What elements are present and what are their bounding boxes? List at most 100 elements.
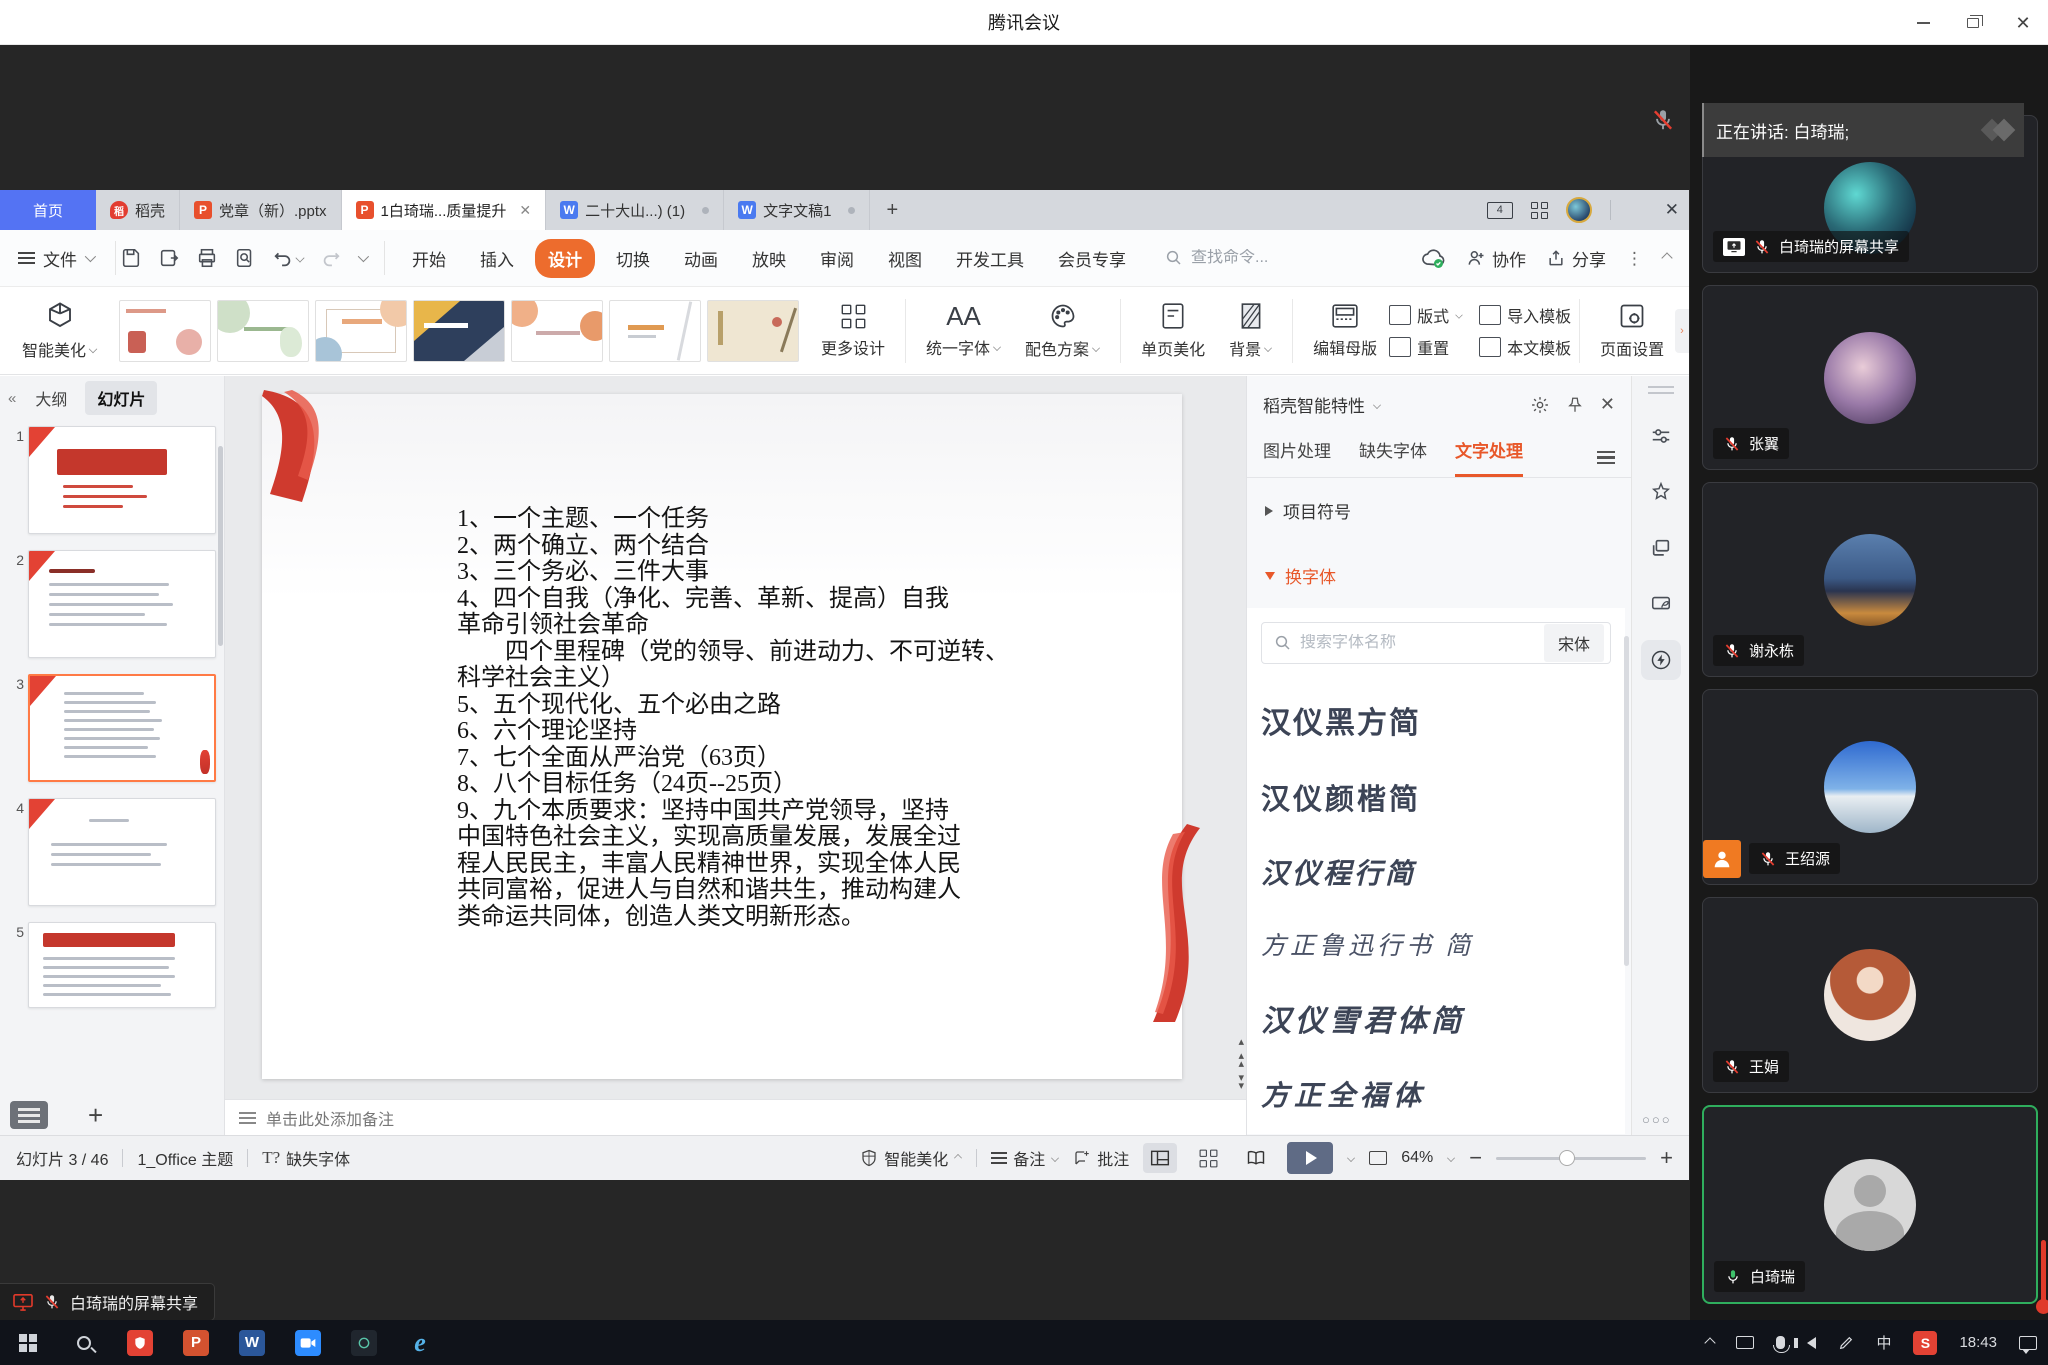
- taskbar-search-icon[interactable]: [56, 1320, 112, 1365]
- font-option[interactable]: 汉仪黑方简: [1261, 698, 1611, 742]
- slide-sorter-view-button[interactable]: [1191, 1143, 1225, 1173]
- start-button[interactable]: [0, 1320, 56, 1365]
- rail-more-dots[interactable]: ○○○: [1642, 1112, 1672, 1127]
- slideshow-play-button[interactable]: [1287, 1142, 1333, 1174]
- tab-outline[interactable]: 大纲: [23, 381, 79, 415]
- menu-design[interactable]: 设计: [535, 239, 595, 278]
- taskbar-security-app-icon[interactable]: [112, 1320, 168, 1365]
- screen-share-banner[interactable]: 白琦瑞的屏幕共享: [0, 1283, 215, 1321]
- template-thumb-2[interactable]: [217, 300, 309, 362]
- import-template-button[interactable]: 导入模板: [1479, 303, 1571, 327]
- zoom-dropdown-icon[interactable]: [1447, 1154, 1455, 1162]
- more-design-button[interactable]: 更多设计: [809, 292, 897, 370]
- slide-thumb-5[interactable]: 5: [4, 922, 216, 1008]
- touch-keyboard-icon[interactable]: [1725, 1320, 1765, 1365]
- taskbar-powerpoint-icon[interactable]: P: [168, 1320, 224, 1365]
- close-tab-icon[interactable]: ✕: [519, 202, 531, 219]
- tab-image-processing[interactable]: 图片处理: [1263, 437, 1331, 477]
- command-search[interactable]: [1165, 249, 1301, 267]
- notification-center-icon[interactable]: [2008, 1320, 2048, 1365]
- wps-close-button[interactable]: ✕: [1665, 200, 1679, 220]
- maximize-button[interactable]: [1948, 0, 1998, 45]
- pin-icon[interactable]: [1566, 395, 1584, 415]
- workspace-grid-icon[interactable]: [1531, 202, 1548, 219]
- undo-dropdown-icon[interactable]: [295, 253, 304, 262]
- previous-slide-button[interactable]: ▴▴: [1238, 1052, 1244, 1068]
- properties-sliders-icon[interactable]: [1641, 416, 1681, 456]
- close-button[interactable]: ✕: [1998, 0, 2048, 45]
- menu-view[interactable]: 视图: [875, 239, 935, 278]
- redo-icon[interactable]: [320, 247, 342, 269]
- undo-icon[interactable]: [272, 247, 294, 269]
- print-preview-icon[interactable]: [234, 247, 256, 269]
- zoom-percentage[interactable]: 64%: [1401, 1149, 1433, 1167]
- more-quick-icons[interactable]: [358, 251, 369, 262]
- tab-word-ershida[interactable]: W二十大山...) (1): [546, 190, 724, 230]
- tray-mic-icon[interactable]: [1765, 1320, 1796, 1365]
- tile-wangshaoyuan[interactable]: 王绍源: [1702, 689, 2038, 885]
- panel-menu-icon[interactable]: [1597, 451, 1615, 464]
- minimize-button[interactable]: [1898, 0, 1948, 45]
- smart-beautify-button[interactable]: 智能美化: [10, 292, 109, 370]
- tab-slides[interactable]: 幻灯片: [85, 381, 157, 415]
- theme-name[interactable]: 1_Office 主题: [137, 1146, 233, 1170]
- tab-ppt-active[interactable]: P1白琦瑞...质量提升✕: [342, 190, 547, 230]
- smart-features-lightning-icon[interactable]: [1641, 640, 1681, 680]
- current-slide[interactable]: 1、一个主题、一个任务 2、两个确立、两个结合 3、三个务必、三件大事 4、四个…: [262, 394, 1182, 1079]
- menu-animation[interactable]: 动画: [671, 239, 731, 278]
- template-thumb-4[interactable]: [413, 300, 505, 362]
- taskbar-clock[interactable]: 18:43: [1948, 1320, 2008, 1365]
- font-filter-button[interactable]: 宋体: [1544, 624, 1604, 662]
- notes-bar[interactable]: 单击此处添加备注: [225, 1099, 1246, 1135]
- close-panel-icon[interactable]: ✕: [1600, 394, 1615, 415]
- tile-xieyongdong[interactable]: 谢永栋: [1702, 482, 2038, 677]
- font-option[interactable]: 汉仪颜楷简: [1261, 776, 1611, 818]
- panel-title-dropdown-icon[interactable]: [1373, 401, 1381, 409]
- menu-devtools[interactable]: 开发工具: [943, 239, 1037, 278]
- tab-docer[interactable]: 稻稻壳: [96, 190, 180, 230]
- font-search-box[interactable]: 宋体: [1261, 622, 1611, 664]
- section-change-font[interactable]: 换字体: [1247, 543, 1631, 608]
- page-setup-button[interactable]: 页面设置: [1588, 292, 1676, 370]
- print-icon[interactable]: [196, 247, 218, 269]
- reset-button[interactable]: 重置: [1389, 335, 1463, 359]
- panel-collapse-arrow[interactable]: ›: [1675, 309, 1689, 353]
- zoom-slider-thumb[interactable]: [1559, 1150, 1575, 1166]
- panel-scroll-indicator[interactable]: [2041, 1240, 2046, 1302]
- tab-text-processing[interactable]: 文字处理: [1455, 437, 1523, 477]
- template-thumb-3[interactable]: [315, 300, 407, 362]
- section-bullet-symbols[interactable]: 项目符号: [1247, 478, 1631, 543]
- slide-layout-icon[interactable]: [10, 1101, 48, 1129]
- slide-thumb-3-selected[interactable]: 3: [4, 674, 216, 782]
- account-avatar[interactable]: [1566, 197, 1592, 223]
- taskbar-word-icon[interactable]: W: [224, 1320, 280, 1365]
- screen-record-icon[interactable]: [1641, 584, 1681, 624]
- menu-member[interactable]: 会员专享: [1045, 239, 1139, 278]
- color-scheme-button[interactable]: 配色方案: [1013, 292, 1112, 370]
- missing-font-status[interactable]: T? 缺失字体: [262, 1146, 350, 1170]
- font-option[interactable]: 方正全福体: [1261, 1074, 1611, 1114]
- cloud-sync-icon[interactable]: [1420, 247, 1446, 269]
- play-options-icon[interactable]: [1347, 1154, 1355, 1162]
- taskbar-meeting-icon[interactable]: [280, 1320, 336, 1365]
- smart-beautify-status-button[interactable]: 智能美化: [860, 1146, 962, 1170]
- template-thumb-6[interactable]: [609, 300, 701, 362]
- doc-template-button[interactable]: 本文模板: [1479, 335, 1571, 359]
- share-button[interactable]: 分享: [1546, 246, 1606, 271]
- thumbnail-scrollbar[interactable]: [218, 446, 223, 646]
- new-tab-button[interactable]: +: [870, 190, 914, 230]
- ime-indicator[interactable]: 中: [1865, 1320, 1902, 1365]
- volume-icon[interactable]: [1796, 1320, 1827, 1365]
- file-menu-button[interactable]: 文件: [18, 246, 93, 271]
- scroll-up-button[interactable]: ▴: [1238, 1038, 1244, 1046]
- slide-thumb-4[interactable]: 4: [4, 798, 216, 906]
- tray-expand-icon[interactable]: [1695, 1320, 1725, 1365]
- template-thumb-7[interactable]: [707, 300, 799, 362]
- font-search-input[interactable]: [1300, 634, 1544, 652]
- tab-ppt-dangzhang[interactable]: P党章（新）.pptx: [180, 190, 342, 230]
- next-slide-button[interactable]: ▾▾: [1238, 1074, 1244, 1090]
- menu-start[interactable]: 开始: [399, 239, 459, 278]
- slideshow-view-icon[interactable]: 4: [1487, 202, 1513, 219]
- menu-review[interactable]: 审阅: [807, 239, 867, 278]
- panel-scrollbar[interactable]: [1624, 636, 1629, 966]
